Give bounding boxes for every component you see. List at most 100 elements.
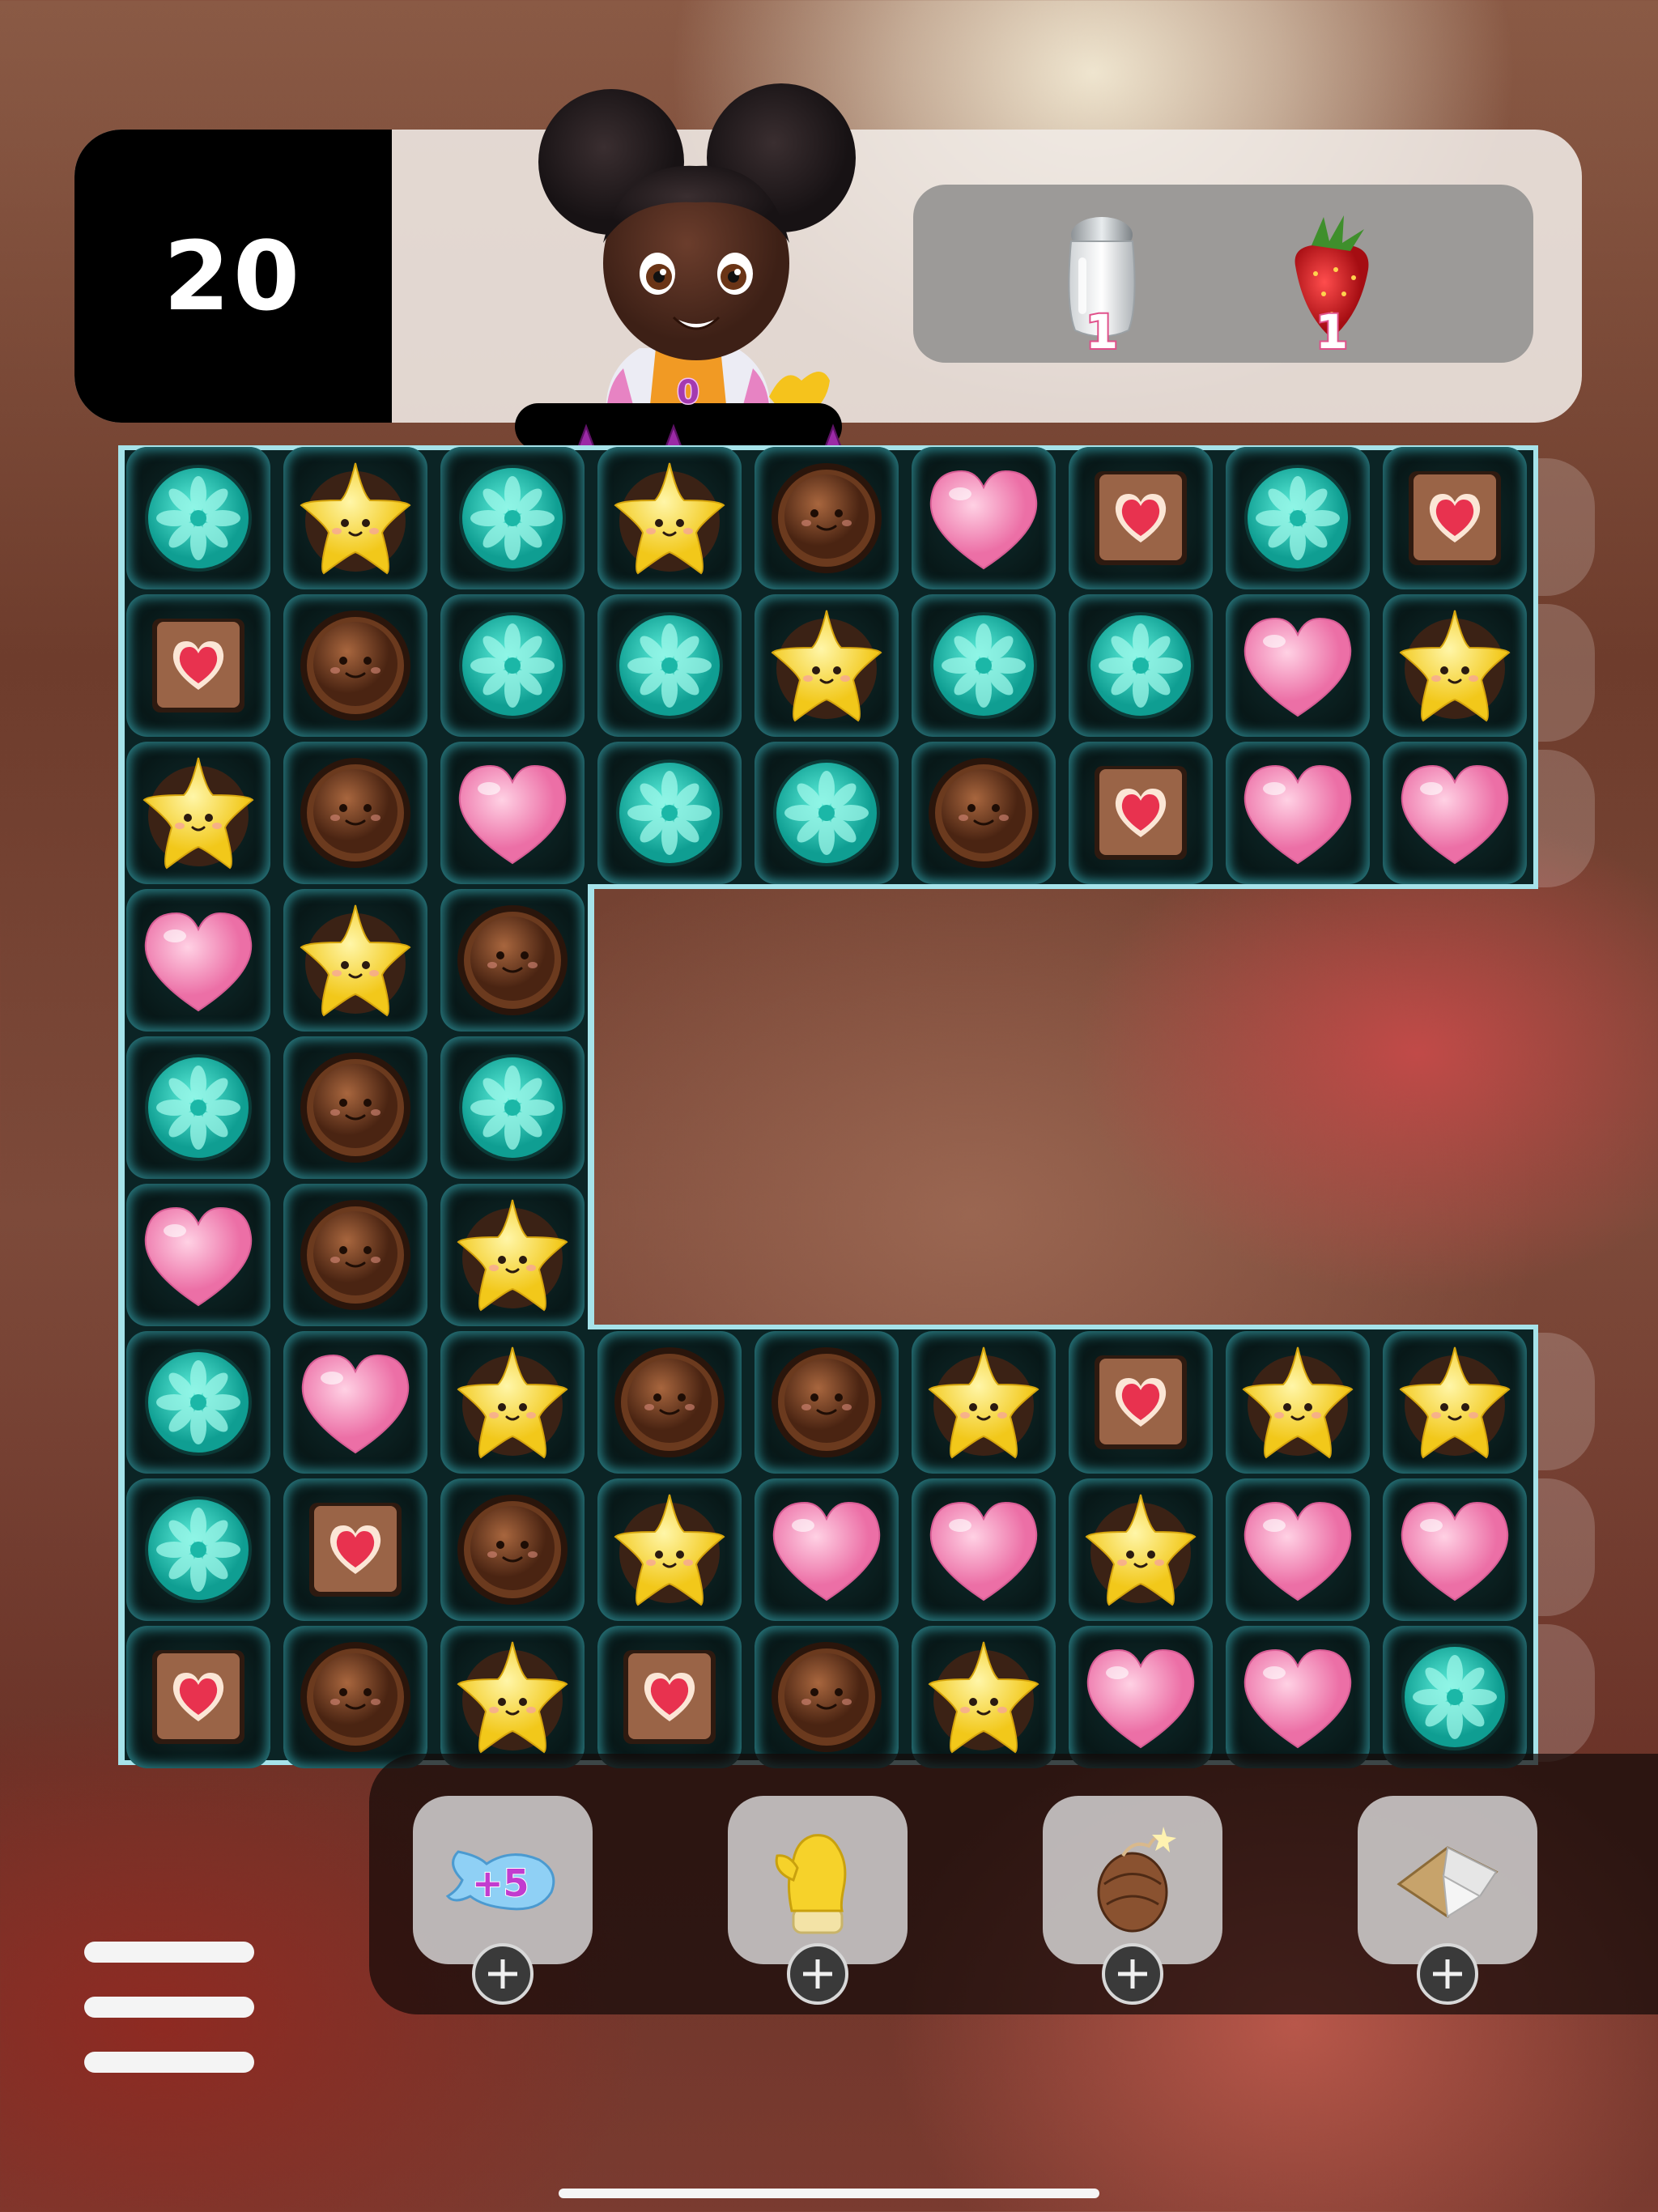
board-cell[interactable] — [597, 1626, 742, 1768]
score-value: 0 — [676, 373, 701, 413]
board-cell[interactable] — [283, 1626, 427, 1768]
pink-heart-candy-icon — [458, 764, 567, 865]
board-cell[interactable] — [912, 594, 1056, 737]
board-cell[interactable] — [755, 742, 899, 884]
board-cell[interactable] — [1383, 447, 1527, 589]
board-cell[interactable] — [912, 447, 1056, 589]
board-cell[interactable] — [440, 1331, 585, 1474]
chocolate-bomb-icon — [1097, 1827, 1176, 1933]
board-cell[interactable] — [126, 1626, 270, 1768]
board-cell[interactable] — [126, 889, 270, 1032]
board-cell[interactable] — [1226, 594, 1370, 737]
board-cell[interactable] — [1383, 742, 1527, 884]
pink-heart-candy-icon — [1401, 1501, 1509, 1602]
board-cell[interactable] — [755, 1626, 899, 1768]
yellow-star-candy-icon — [928, 1641, 1039, 1754]
board-cell[interactable] — [755, 594, 899, 737]
pink-heart-candy-icon — [1244, 1501, 1352, 1602]
board-cell[interactable] — [912, 1331, 1056, 1474]
board-cell[interactable] — [1069, 1331, 1213, 1474]
board-cell[interactable] — [283, 1331, 427, 1474]
yellow-star-candy-icon — [1242, 1346, 1354, 1459]
moves-value: 20 — [163, 220, 304, 332]
add-booster-button[interactable] — [1102, 1943, 1163, 2005]
booster-yellow-glove[interactable] — [728, 1796, 908, 2005]
add-booster-button[interactable] — [472, 1943, 534, 2005]
chocolate-truffle-candy-icon — [614, 1347, 725, 1457]
board-cell[interactable] — [755, 447, 899, 589]
board-cell[interactable] — [1069, 594, 1213, 737]
yellow-star-candy-icon — [457, 1346, 568, 1459]
board-cell[interactable] — [126, 1036, 270, 1179]
menu-button[interactable] — [84, 1942, 259, 2079]
board-cell[interactable] — [1069, 1626, 1213, 1768]
board-cell[interactable] — [440, 742, 585, 884]
board-cell[interactable] — [126, 447, 270, 589]
plus-five-label: +5 — [472, 1861, 529, 1905]
board-cell[interactable] — [1226, 447, 1370, 589]
board-cell[interactable] — [440, 1626, 585, 1768]
pink-heart-candy-icon — [1244, 764, 1352, 865]
board-cell[interactable] — [440, 1478, 585, 1621]
board-cell[interactable] — [597, 594, 742, 737]
yellow-star-candy-icon — [300, 904, 411, 1017]
character-avatar — [538, 83, 856, 429]
teal-flower-candy-icon — [459, 465, 566, 572]
board-cell[interactable] — [1226, 1478, 1370, 1621]
board-cell[interactable] — [1383, 594, 1527, 737]
board-cell[interactable] — [1383, 1478, 1527, 1621]
glove-icon — [775, 1834, 847, 1934]
board-cell[interactable] — [283, 1478, 427, 1621]
board-cell[interactable] — [912, 1626, 1056, 1768]
board-cell[interactable] — [1226, 1331, 1370, 1474]
board-cell[interactable] — [912, 1478, 1056, 1621]
board-cell[interactable] — [1383, 1331, 1527, 1474]
board-cell[interactable] — [440, 889, 585, 1032]
board-cell[interactable] — [283, 889, 427, 1032]
board-cell[interactable] — [1226, 1626, 1370, 1768]
yellow-star-candy-icon — [457, 1641, 568, 1754]
teal-flower-candy-icon — [930, 612, 1037, 719]
home-indicator[interactable] — [559, 2189, 1099, 2198]
board-cell[interactable] — [755, 1331, 899, 1474]
booster-wrapper-paper[interactable] — [1358, 1796, 1537, 2005]
yellow-star-candy-icon — [300, 462, 411, 575]
pink-heart-candy-icon — [301, 1354, 410, 1454]
board-cell[interactable] — [440, 1184, 585, 1326]
board-cell[interactable] — [912, 742, 1056, 884]
board-cell[interactable] — [440, 594, 585, 737]
board-cell[interactable] — [440, 447, 585, 589]
board-cell[interactable] — [755, 1478, 899, 1621]
board-cell[interactable] — [440, 1036, 585, 1179]
board-cell[interactable] — [126, 1184, 270, 1326]
booster-plus-five-moves[interactable]: +5 — [413, 1796, 593, 2005]
board-cell[interactable] — [597, 1331, 742, 1474]
board-cell[interactable] — [597, 742, 742, 884]
board-cell[interactable] — [283, 447, 427, 589]
board-cell[interactable] — [126, 742, 270, 884]
board-cell[interactable] — [1383, 1626, 1527, 1768]
board-cell[interactable] — [1069, 447, 1213, 589]
board-cell[interactable] — [126, 1478, 270, 1621]
board-cell[interactable] — [126, 1331, 270, 1474]
heart-cookie-box-candy-icon — [623, 1650, 716, 1744]
board-cell[interactable] — [283, 742, 427, 884]
offscreen-cell-hint — [1538, 1478, 1595, 1616]
board-cell[interactable] — [597, 447, 742, 589]
board-cell[interactable] — [283, 1184, 427, 1326]
board-cell[interactable] — [1069, 1478, 1213, 1621]
teal-flower-candy-icon — [145, 465, 252, 572]
board-cell[interactable] — [1069, 742, 1213, 884]
board-cell[interactable] — [126, 594, 270, 737]
teal-flower-candy-icon — [616, 612, 723, 719]
board-cell[interactable] — [597, 1478, 742, 1621]
board-cell[interactable] — [283, 1036, 427, 1179]
heart-cookie-box-candy-icon — [152, 1650, 244, 1744]
add-booster-button[interactable] — [1417, 1943, 1478, 2005]
board-cell[interactable] — [1226, 742, 1370, 884]
booster-chocolate-bomb[interactable] — [1043, 1796, 1222, 2005]
board-cell[interactable] — [283, 594, 427, 737]
teal-flower-candy-icon — [145, 1349, 252, 1456]
goal-strawberry: 1 — [1279, 209, 1384, 361]
add-booster-button[interactable] — [787, 1943, 848, 2005]
